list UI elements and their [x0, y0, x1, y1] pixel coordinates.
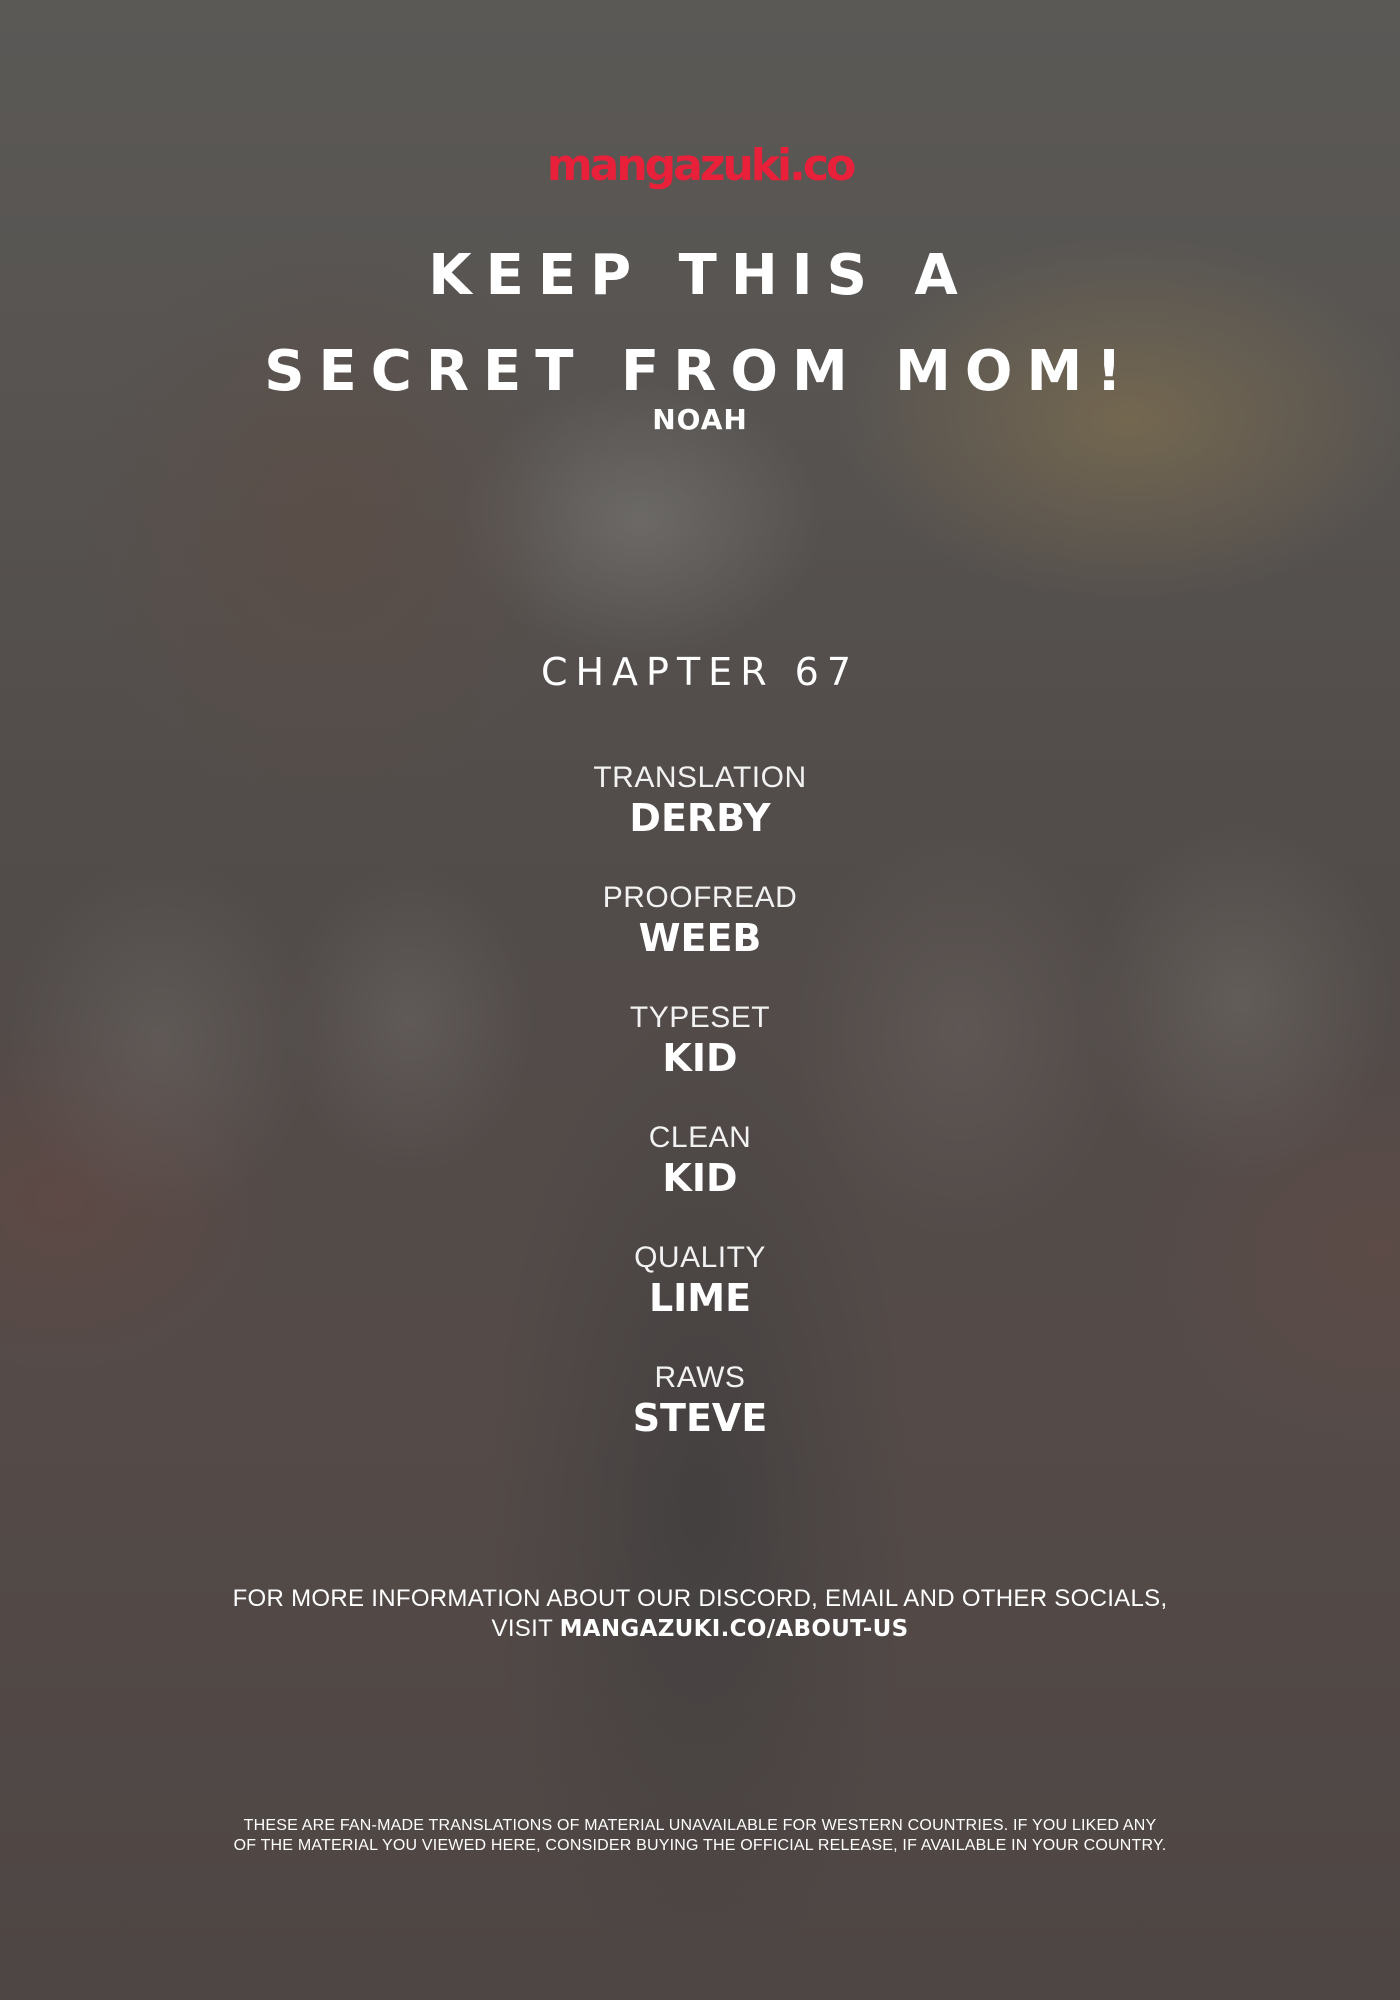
socials-info: FOR MORE INFORMATION ABOUT OUR DISCORD, …: [0, 1584, 1400, 1644]
visit-label: VISIT: [491, 1615, 553, 1642]
chapter-number: CHAPTER 67: [540, 650, 860, 694]
credit-name: KID: [662, 1036, 738, 1080]
credits-content: mangazuki.co KEEP THIS A SECRET FROM MOM…: [0, 0, 1400, 2000]
credit-name: DERBY: [629, 796, 771, 840]
info-line-2: VISIT MANGAZUKI.CO/ABOUT-US: [0, 1614, 1400, 1644]
credit-typeset: TYPESET KID: [0, 1000, 1400, 1120]
credit-role: QUALITY: [634, 1241, 766, 1274]
credit-name: STEVE: [632, 1396, 768, 1440]
credit-clean: CLEAN KID: [0, 1120, 1400, 1240]
credit-role: PROOFREAD: [602, 881, 798, 914]
credits-page: mangazuki.co KEEP THIS A SECRET FROM MOM…: [0, 0, 1400, 2000]
credit-translation: TRANSLATION DERBY: [0, 760, 1400, 880]
credit-name: LIME: [648, 1276, 752, 1320]
credit-role: RAWS: [654, 1361, 746, 1394]
staff-credits: TRANSLATION DERBY PROOFREAD WEEB TYPESET…: [0, 760, 1400, 1480]
series-title: KEEP THIS A SECRET FROM MOM!: [0, 228, 1400, 420]
disclaimer-line-2: OF THE MATERIAL YOU VIEWED HERE, CONSIDE…: [233, 1837, 1167, 1854]
title-line-1: KEEP THIS A: [428, 243, 972, 308]
credit-role: TYPESET: [629, 1001, 771, 1034]
disclaimer-line-1: THESE ARE FAN-MADE TRANSLATIONS OF MATER…: [243, 1817, 1157, 1834]
author-name: NOAH: [652, 403, 748, 436]
credit-name: KID: [662, 1156, 738, 1200]
logo-wordmark: mangazuki.co: [547, 140, 858, 191]
logo-text: mangazuki.co: [547, 140, 855, 191]
credit-name: WEEB: [638, 916, 762, 960]
credit-proofread: PROOFREAD WEEB: [0, 880, 1400, 1000]
credit-role: CLEAN: [648, 1121, 752, 1154]
info-line-1: FOR MORE INFORMATION ABOUT OUR DISCORD, …: [232, 1585, 1168, 1612]
credit-raws: RAWS STEVE: [0, 1360, 1400, 1480]
mangazuki-logo[interactable]: mangazuki.co: [0, 140, 1400, 200]
about-us-link[interactable]: MANGAZUKI.CO/ABOUT-US: [560, 1616, 909, 1642]
credit-role: TRANSLATION: [593, 761, 807, 794]
disclaimer: THESE ARE FAN-MADE TRANSLATIONS OF MATER…: [0, 1816, 1400, 1856]
credit-quality: QUALITY LIME: [0, 1240, 1400, 1360]
